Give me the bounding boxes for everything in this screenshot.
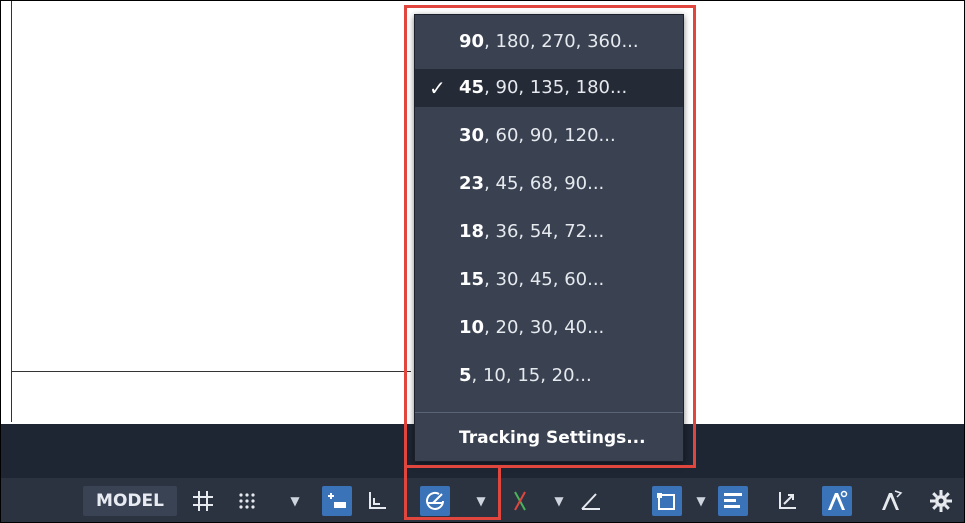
menu-item-rest: , 90, 135, 180... bbox=[484, 77, 628, 98]
infer-constraints-icon[interactable] bbox=[322, 486, 352, 516]
menu-item-10[interactable]: 10, 20, 30, 40... bbox=[415, 309, 683, 347]
annotation-visibility-icon[interactable] bbox=[822, 486, 852, 516]
chevron-down-icon[interactable]: ▼ bbox=[692, 486, 710, 516]
ortho-icon[interactable] bbox=[362, 486, 392, 516]
menu-item-rest: , 10, 15, 20... bbox=[471, 365, 592, 386]
menu-item-bold: 30 bbox=[459, 125, 485, 146]
polar-tracking-icon[interactable] bbox=[420, 486, 450, 516]
chevron-down-icon[interactable]: ▼ bbox=[550, 486, 568, 516]
menu-item-90[interactable]: 90, 180, 270, 360... bbox=[415, 23, 683, 61]
polar-angle-menu: 90, 180, 270, 360... ✓ 45, 90, 135, 180.… bbox=[414, 14, 684, 462]
drawing-line bbox=[11, 371, 411, 372]
menu-item-bold: 10 bbox=[459, 317, 485, 338]
menu-item-15[interactable]: 15, 30, 45, 60... bbox=[415, 261, 683, 299]
menu-item-23[interactable]: 23, 45, 68, 90... bbox=[415, 165, 683, 203]
check-icon: ✓ bbox=[429, 76, 446, 100]
menu-item-bold: 18 bbox=[459, 221, 485, 242]
model-button[interactable]: MODEL bbox=[83, 486, 177, 516]
menu-item-rest: , 20, 30, 40... bbox=[484, 317, 605, 338]
chevron-down-icon[interactable]: ▼ bbox=[472, 486, 490, 516]
menu-item-rest: , 36, 54, 72... bbox=[484, 221, 605, 242]
menu-item-rest: , 180, 270, 360... bbox=[484, 31, 639, 52]
isodraft-icon[interactable] bbox=[505, 486, 535, 516]
tracking-settings-label: Tracking Settings... bbox=[459, 428, 646, 448]
drawing-edge-line bbox=[11, 1, 12, 422]
menu-item-bold: 90 bbox=[459, 31, 485, 52]
lineweight-icon[interactable] bbox=[718, 486, 748, 516]
menu-item-bold: 23 bbox=[459, 173, 485, 194]
menu-item-rest: , 30, 45, 60... bbox=[484, 269, 605, 290]
menu-item-bold: 15 bbox=[459, 269, 485, 290]
menu-item-bold: 5 bbox=[459, 365, 472, 386]
menu-item-bold: 45 bbox=[459, 77, 485, 98]
ucs-icon[interactable] bbox=[772, 486, 802, 516]
auto-scale-icon[interactable] bbox=[876, 486, 906, 516]
menu-item-45[interactable]: ✓ 45, 90, 135, 180... bbox=[415, 69, 683, 107]
menu-item-rest: , 45, 68, 90... bbox=[484, 173, 605, 194]
menu-item-rest: , 60, 90, 120... bbox=[484, 125, 616, 146]
menu-item-18[interactable]: 18, 36, 54, 72... bbox=[415, 213, 683, 251]
settings-icon[interactable] bbox=[926, 486, 956, 516]
menu-separator bbox=[415, 412, 683, 413]
grid-icon[interactable] bbox=[188, 486, 218, 516]
object-snap-icon[interactable] bbox=[652, 486, 682, 516]
tracking-settings-item[interactable]: Tracking Settings... bbox=[415, 419, 683, 457]
chevron-down-icon[interactable]: ▼ bbox=[286, 486, 304, 516]
menu-item-30[interactable]: 30, 60, 90, 120... bbox=[415, 117, 683, 155]
object-snap-tracking-icon[interactable] bbox=[576, 486, 606, 516]
menu-item-5[interactable]: 5, 10, 15, 20... bbox=[415, 357, 683, 395]
snap-icon[interactable] bbox=[232, 486, 262, 516]
